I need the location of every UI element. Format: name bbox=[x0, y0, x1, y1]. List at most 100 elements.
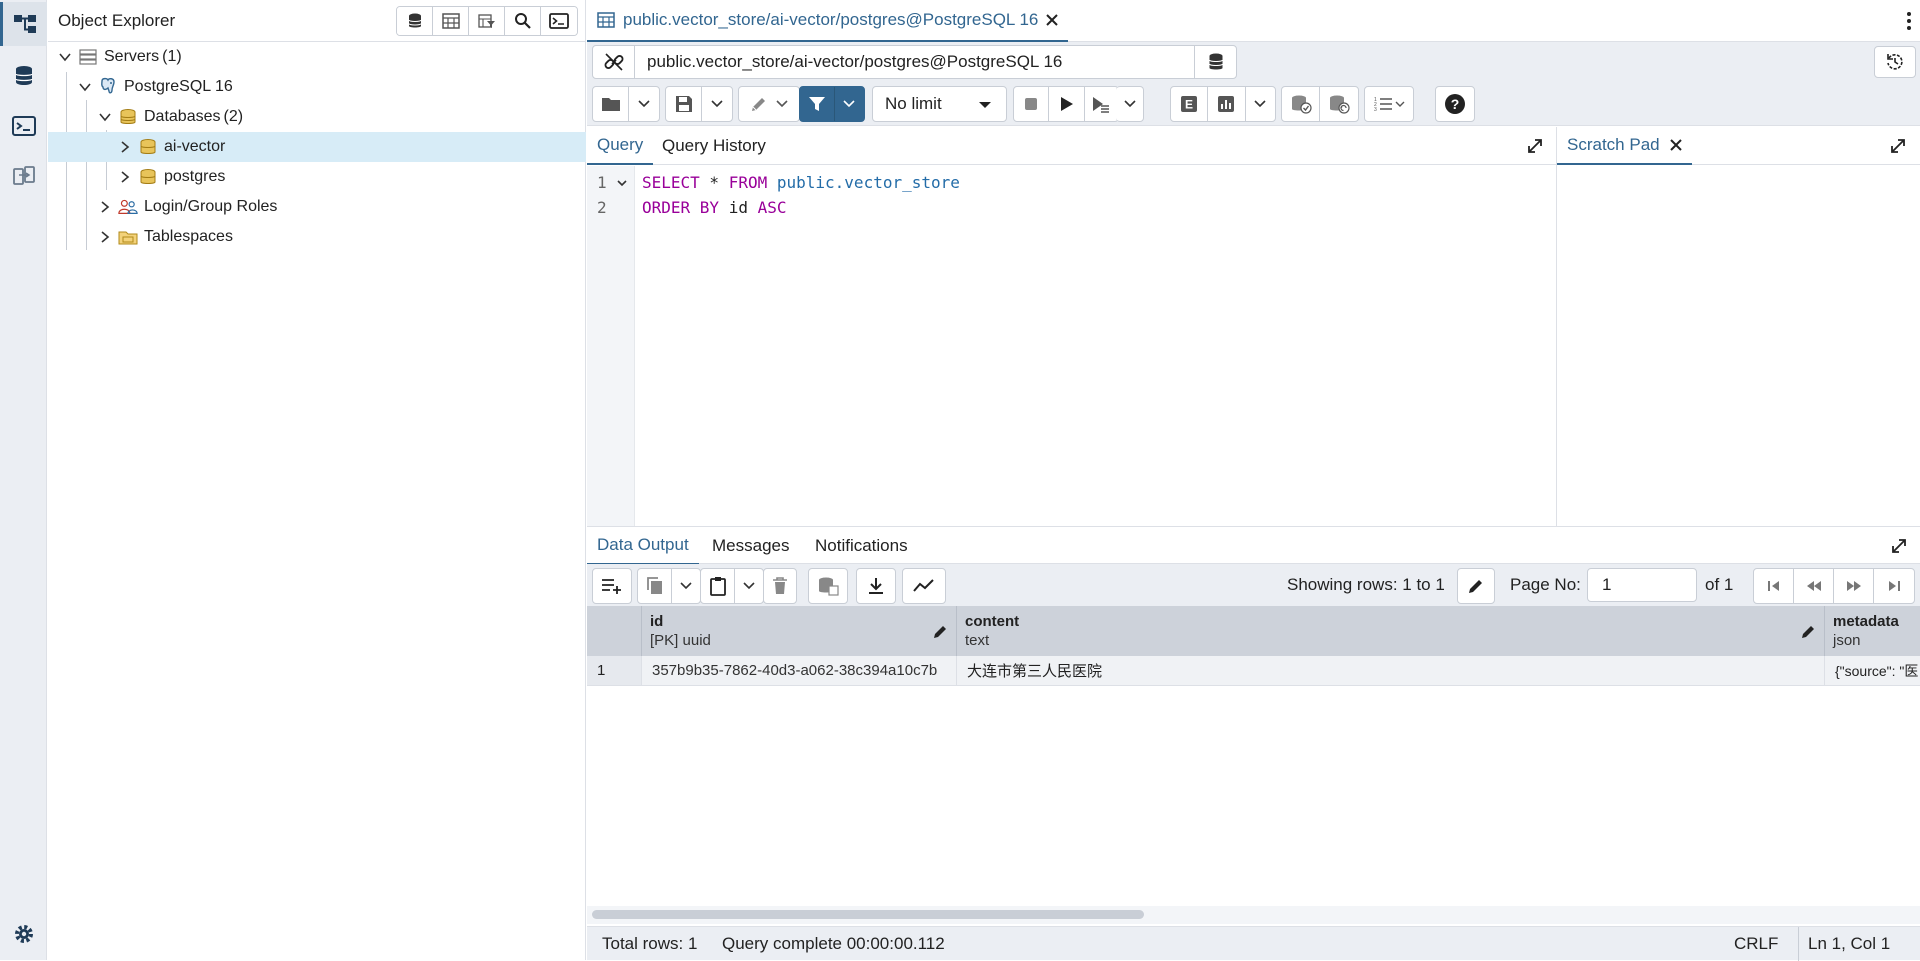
row-number-cell[interactable]: 1 bbox=[587, 656, 642, 686]
graph-group bbox=[902, 568, 946, 604]
first-page-button[interactable] bbox=[1754, 569, 1794, 603]
filtered-rows-button[interactable] bbox=[469, 7, 505, 35]
database-icon bbox=[1208, 53, 1223, 70]
settings-rail-button[interactable] bbox=[0, 912, 47, 956]
paste-dropdown[interactable] bbox=[735, 569, 763, 603]
change-connection-button[interactable] bbox=[1194, 46, 1236, 78]
tab-query-history[interactable]: Query History bbox=[652, 127, 776, 165]
edit-row-range-button[interactable] bbox=[1458, 569, 1494, 603]
last-page-button[interactable] bbox=[1874, 569, 1914, 603]
save-data-changes-button[interactable] bbox=[809, 569, 847, 603]
tree-item-postgresql-16[interactable]: PostgreSQL 16 bbox=[48, 72, 586, 102]
row-limit-select[interactable]: No limit bbox=[872, 86, 1007, 122]
open-file-dropdown[interactable] bbox=[629, 87, 659, 121]
chevron-right-icon[interactable] bbox=[118, 140, 132, 154]
expand-icon[interactable] bbox=[1889, 137, 1907, 155]
column-header-metadata[interactable]: metadata json bbox=[1825, 606, 1920, 656]
psql-tool-button[interactable] bbox=[541, 7, 577, 35]
scratch-pad-editor[interactable] bbox=[1557, 165, 1920, 526]
stop-button[interactable] bbox=[1014, 87, 1050, 121]
open-file-button[interactable] bbox=[593, 87, 629, 121]
column-header-content[interactable]: content text bbox=[957, 606, 1825, 656]
explain-analyze-button[interactable] bbox=[1208, 87, 1246, 121]
chevron-right-icon[interactable] bbox=[98, 200, 112, 214]
tab-notifications[interactable]: Notifications bbox=[805, 527, 918, 565]
schema-diff-icon bbox=[12, 166, 35, 185]
query-tool-tab[interactable]: public.vector_store/ai-vector/postgres@P… bbox=[587, 0, 1069, 42]
graph-visualiser-button[interactable] bbox=[903, 569, 945, 603]
expand-icon[interactable] bbox=[1526, 137, 1544, 155]
column-header-id[interactable]: id [PK] uuid bbox=[642, 606, 957, 656]
tree-item-login-group-roles[interactable]: Login/Group Roles bbox=[48, 192, 586, 222]
more-options-icon[interactable] bbox=[1906, 10, 1912, 32]
cell-content[interactable]: 大连市第三人民医院 bbox=[957, 656, 1825, 686]
tree-item-postgres[interactable]: postgres bbox=[48, 162, 586, 192]
connection-selector[interactable]: public.vector_store/ai-vector/postgres@P… bbox=[592, 45, 1237, 79]
pencil-icon[interactable] bbox=[932, 624, 948, 640]
explain-button[interactable]: E bbox=[1171, 87, 1209, 121]
tree-item-servers[interactable]: Servers (1) bbox=[48, 42, 586, 72]
tab-query[interactable]: Query bbox=[587, 127, 654, 165]
execute-button[interactable] bbox=[1049, 87, 1085, 121]
chevron-down-icon[interactable] bbox=[58, 50, 72, 64]
chevron-down-icon[interactable] bbox=[98, 110, 112, 124]
filter-button[interactable] bbox=[800, 87, 835, 121]
edit-dropdown-button[interactable] bbox=[739, 87, 799, 121]
execute-options-dropdown[interactable] bbox=[1116, 87, 1143, 121]
tree-label-servers: Servers bbox=[104, 48, 160, 65]
folder-icon bbox=[601, 98, 620, 111]
chevron-down-icon[interactable] bbox=[78, 80, 92, 94]
rollback-button[interactable] bbox=[1320, 87, 1358, 121]
paste-button[interactable] bbox=[701, 569, 735, 603]
tab-messages[interactable]: Messages bbox=[702, 527, 799, 565]
view-data-button[interactable] bbox=[433, 7, 469, 35]
column-name: content bbox=[965, 613, 1020, 630]
query-tool-button[interactable] bbox=[397, 7, 433, 35]
tree-item-ai-vector[interactable]: ai-vector bbox=[48, 132, 586, 162]
previous-page-button[interactable] bbox=[1794, 569, 1834, 603]
connection-status-button[interactable] bbox=[593, 46, 635, 78]
tab-scratch-pad[interactable]: Scratch Pad bbox=[1557, 127, 1692, 165]
query-tool-rail-button[interactable] bbox=[0, 54, 47, 98]
clipboard-icon bbox=[709, 577, 726, 596]
explain-options-dropdown[interactable] bbox=[1246, 87, 1275, 121]
chevron-down-icon bbox=[1123, 100, 1136, 108]
close-icon[interactable] bbox=[1046, 14, 1059, 26]
sql-editor[interactable]: 1 2 SELECT * FROM public.vector_store OR… bbox=[587, 166, 1556, 526]
delete-row-button[interactable] bbox=[764, 569, 796, 603]
tree-item-tablespaces[interactable]: Tablespaces bbox=[48, 222, 586, 252]
add-row-button[interactable] bbox=[593, 569, 631, 603]
close-icon[interactable] bbox=[1669, 139, 1682, 151]
page-number-input[interactable]: 1 bbox=[1587, 568, 1697, 602]
horizontal-scrollbar-thumb[interactable] bbox=[592, 910, 1144, 919]
schema-diff-rail-button[interactable] bbox=[0, 154, 47, 198]
row-number-header[interactable] bbox=[587, 606, 642, 656]
psql-rail-button[interactable] bbox=[0, 104, 47, 148]
macros-dropdown-button[interactable]: 123 bbox=[1365, 87, 1413, 121]
tab-data-output[interactable]: Data Output bbox=[587, 527, 699, 565]
fold-chevron-icon[interactable] bbox=[617, 180, 627, 187]
object-explorer-rail-button[interactable] bbox=[0, 2, 47, 46]
help-button[interactable]: ? bbox=[1436, 87, 1474, 121]
gear-icon bbox=[14, 925, 33, 943]
expand-icon[interactable] bbox=[1890, 537, 1908, 555]
copy-button[interactable] bbox=[638, 569, 672, 603]
chevron-right-icon[interactable] bbox=[118, 170, 132, 184]
search-objects-button[interactable] bbox=[505, 7, 541, 35]
reset-layout-button[interactable] bbox=[1874, 46, 1916, 78]
cell-metadata[interactable]: {"source": "医 bbox=[1825, 656, 1920, 686]
download-csv-button[interactable] bbox=[857, 569, 895, 603]
pencil-icon[interactable] bbox=[1800, 624, 1816, 640]
save-file-button[interactable] bbox=[666, 87, 702, 121]
save-file-dropdown[interactable] bbox=[702, 87, 732, 121]
tree-item-databases[interactable]: Databases (2) bbox=[48, 102, 586, 132]
copy-dropdown[interactable] bbox=[672, 569, 700, 603]
next-page-button[interactable] bbox=[1834, 569, 1874, 603]
commit-button[interactable] bbox=[1282, 87, 1321, 121]
line-ending-status[interactable]: CRLF bbox=[1734, 934, 1778, 954]
chevron-right-icon[interactable] bbox=[98, 230, 112, 244]
filter-dropdown[interactable] bbox=[835, 87, 864, 121]
execute-script-button[interactable] bbox=[1085, 87, 1118, 121]
cell-id[interactable]: 357b9b35-7862-40d3-a062-38c394a10c7b bbox=[642, 656, 957, 686]
link-icon bbox=[604, 53, 623, 71]
